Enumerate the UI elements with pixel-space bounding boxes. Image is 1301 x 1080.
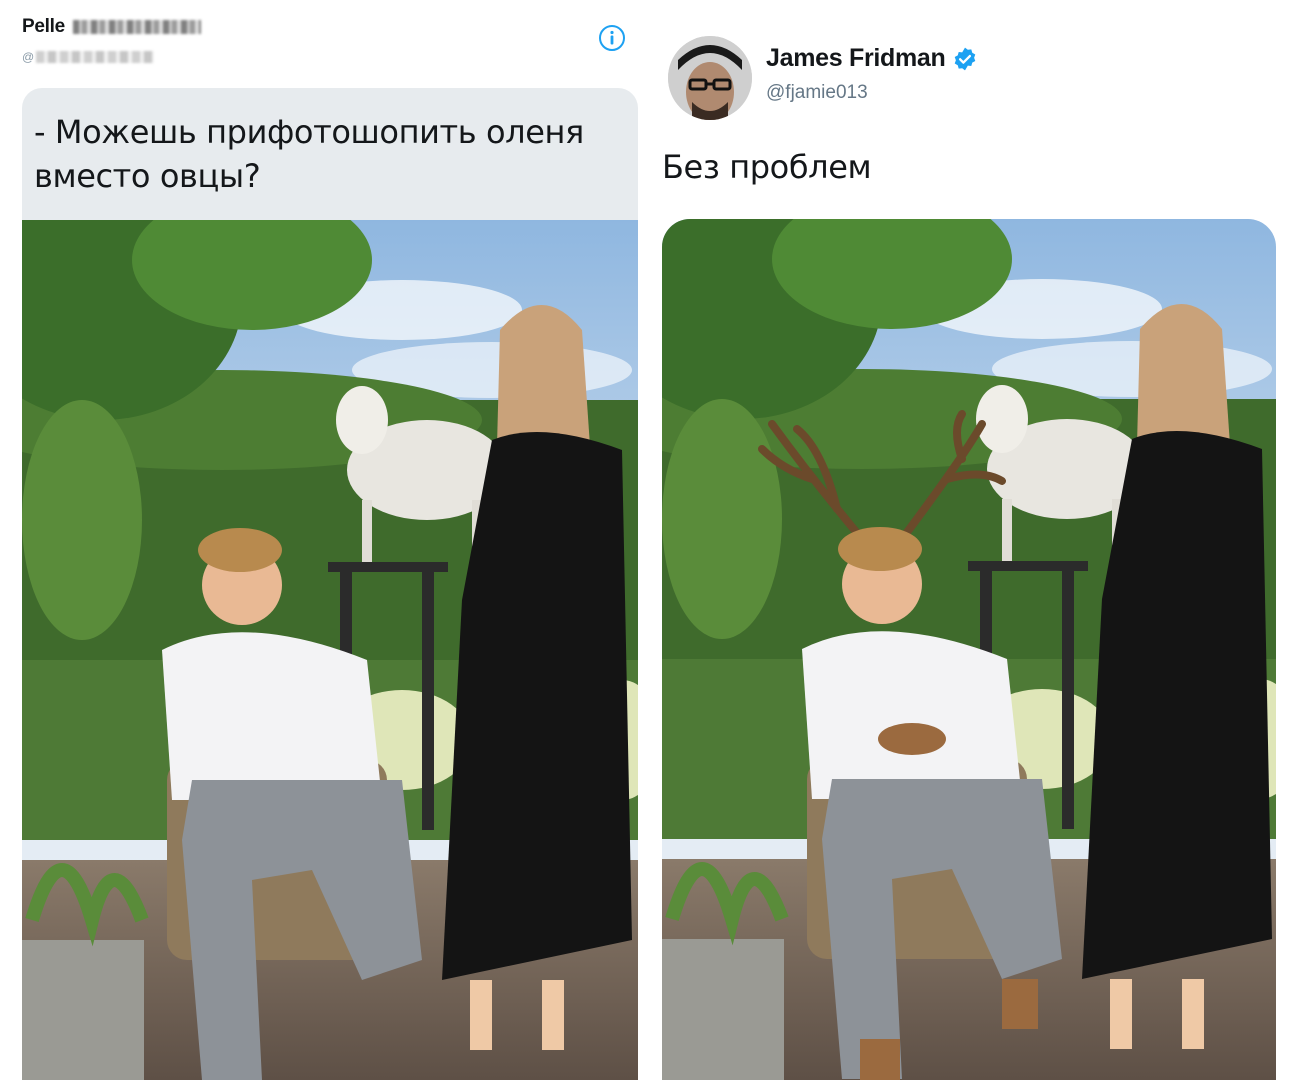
right-tweet-photo[interactable] — [662, 219, 1276, 1080]
left-tweet-header: Pelle @ — [22, 10, 632, 80]
info-icon[interactable] — [598, 24, 626, 52]
avatar-image — [668, 36, 752, 120]
left-user-name-row[interactable]: Pelle — [22, 16, 201, 38]
left-user-handle-row[interactable]: @ — [22, 50, 155, 64]
right-user-name-row[interactable]: James Fridman — [766, 44, 978, 73]
blurred-surname — [72, 20, 201, 34]
avatar[interactable] — [668, 36, 752, 120]
right-tweet-photo-frame[interactable] — [662, 219, 1276, 1080]
left-tweet-caption: - Можешь прифотошопить оленя вместо овцы… — [34, 113, 584, 195]
left-tweet-card[interactable]: - Можешь прифотошопить оленя вместо овцы… — [22, 88, 638, 1080]
left-tweet-photo[interactable] — [22, 220, 638, 1080]
blurred-handle — [36, 51, 155, 63]
verified-badge-icon — [954, 47, 975, 70]
left-handle-prefix: @ — [22, 50, 35, 64]
right-user-handle[interactable]: @fjamie013 — [766, 82, 868, 104]
left-user-name[interactable]: Pelle — [22, 16, 65, 38]
right-tweet-text: Без проблем — [662, 148, 872, 186]
right-user-name[interactable]: James Fridman — [766, 44, 946, 73]
